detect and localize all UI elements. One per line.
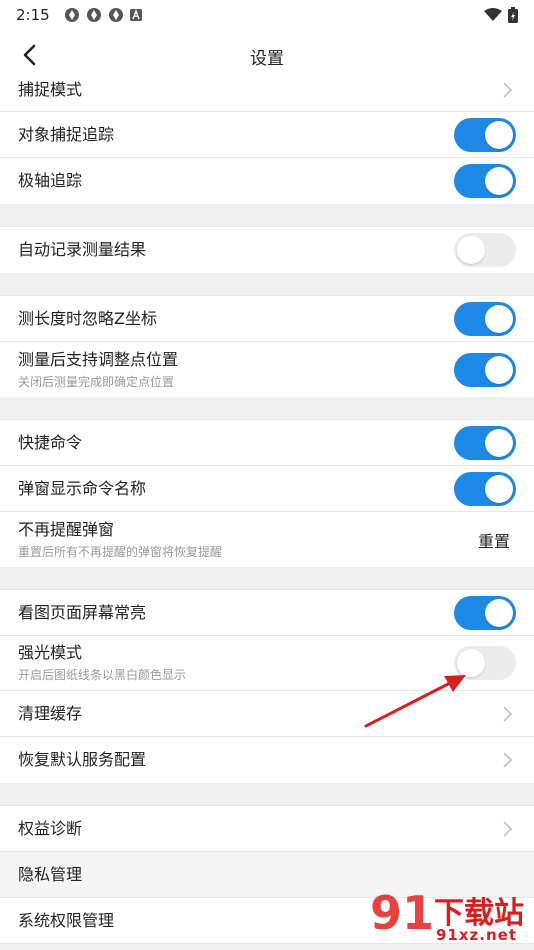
row-label: 测量后支持调整点位置 <box>18 349 179 369</box>
object-snap-tracking-toggle[interactable] <box>454 117 516 152</box>
row-adjust-point: 测量后支持调整点位置 关闭后测量完成即确定点位置 <box>0 342 534 397</box>
annotation-arrow-icon <box>364 675 466 728</box>
screen-always-on-toggle[interactable] <box>454 595 516 630</box>
section-gap <box>0 567 534 590</box>
app-notification-icon <box>64 8 79 22</box>
status-notification-icons <box>64 7 142 23</box>
adjust-point-toggle[interactable] <box>454 352 516 387</box>
toggle-knob <box>485 428 513 457</box>
row-label: 极轴追踪 <box>18 171 83 190</box>
row-popup-command-name: 弹窗显示命令名称 <box>0 466 534 512</box>
chevron-right-icon <box>503 81 513 98</box>
row-restore-default[interactable]: 恢复默认服务配置 <box>0 737 534 783</box>
row-screen-always-on: 看图页面屏幕常亮 <box>0 590 534 636</box>
section-gap <box>0 273 534 296</box>
chevron-right-icon <box>503 752 513 768</box>
status-time: 2:15 <box>16 6 50 24</box>
toggle-knob <box>457 236 485 264</box>
row-object-snap-tracking: 对象捕捉追踪 <box>0 112 534 158</box>
row-no-remind-popup: 不再提醒弹窗 重置后所有不再提醒的弹窗将恢复提醒 重置 <box>0 512 534 567</box>
row-description: 重置后所有不再提醒的弹窗将恢复提醒 <box>18 544 223 559</box>
status-system-icons <box>484 7 518 23</box>
row-rights-diagnosis[interactable]: 权益诊断 <box>0 806 534 852</box>
row-label: 自动记录测量结果 <box>18 240 147 259</box>
toggle-knob <box>485 167 513 195</box>
toggle-knob <box>485 120 513 149</box>
chevron-right-icon <box>503 705 513 722</box>
row-polar-tracking: 极轴追踪 <box>0 158 534 204</box>
row-label: 测长度时忽略Z坐标 <box>18 308 157 328</box>
section-gap <box>0 783 534 806</box>
row-label: 弹窗显示命令名称 <box>18 478 147 498</box>
battery-icon <box>508 7 518 23</box>
toggle-knob <box>485 355 513 384</box>
toggle-knob <box>485 474 513 503</box>
reset-button[interactable]: 重置 <box>478 528 510 552</box>
row-label: 快捷命令 <box>18 432 83 452</box>
page-title: 设置 <box>250 49 284 69</box>
row-label: 权益诊断 <box>18 818 83 838</box>
row-snap-mode[interactable]: 捕捉模式 <box>0 68 534 112</box>
section-gap <box>0 204 534 227</box>
row-description: 关闭后测量完成即确定点位置 <box>18 374 175 389</box>
row-auto-record-measure: 自动记录测量结果 <box>0 227 534 273</box>
quick-command-toggle[interactable] <box>454 425 516 460</box>
watermark: 91 下载站 91xz.net <box>364 880 534 950</box>
row-label: 强光模式 <box>18 643 83 662</box>
chevron-right-icon <box>503 820 513 837</box>
a-notification-icon <box>129 9 142 21</box>
row-label: 捕捉模式 <box>18 79 83 99</box>
watermark-brand: 91 <box>370 886 435 940</box>
popup-command-name-toggle[interactable] <box>454 471 516 506</box>
watermark-url: 91xz.net <box>436 926 518 944</box>
auto-record-measure-toggle[interactable] <box>454 233 516 267</box>
status-bar: 2:15 <box>0 0 534 30</box>
row-ignore-z: 测长度时忽略Z坐标 <box>0 296 534 342</box>
settings-list: 捕捉模式 对象捕捉追踪 极轴追踪 自动记录测量结果 测长度时忽略Z坐标 测量后支… <box>0 68 534 944</box>
wifi-icon <box>484 8 502 21</box>
section-gap <box>0 397 534 420</box>
row-quick-command: 快捷命令 <box>0 420 534 466</box>
row-label: 对象捕捉追踪 <box>18 124 115 144</box>
app-notification-icon <box>86 8 101 22</box>
row-label: 恢复默认服务配置 <box>18 750 147 769</box>
toggle-knob <box>485 304 513 333</box>
toggle-knob <box>485 598 513 627</box>
polar-tracking-toggle[interactable] <box>454 164 516 198</box>
row-label: 看图页面屏幕常亮 <box>18 602 147 622</box>
app-notification-icon <box>108 8 123 22</box>
ignore-z-toggle[interactable] <box>454 301 516 336</box>
row-label: 不再提醒弹窗 <box>18 519 115 539</box>
